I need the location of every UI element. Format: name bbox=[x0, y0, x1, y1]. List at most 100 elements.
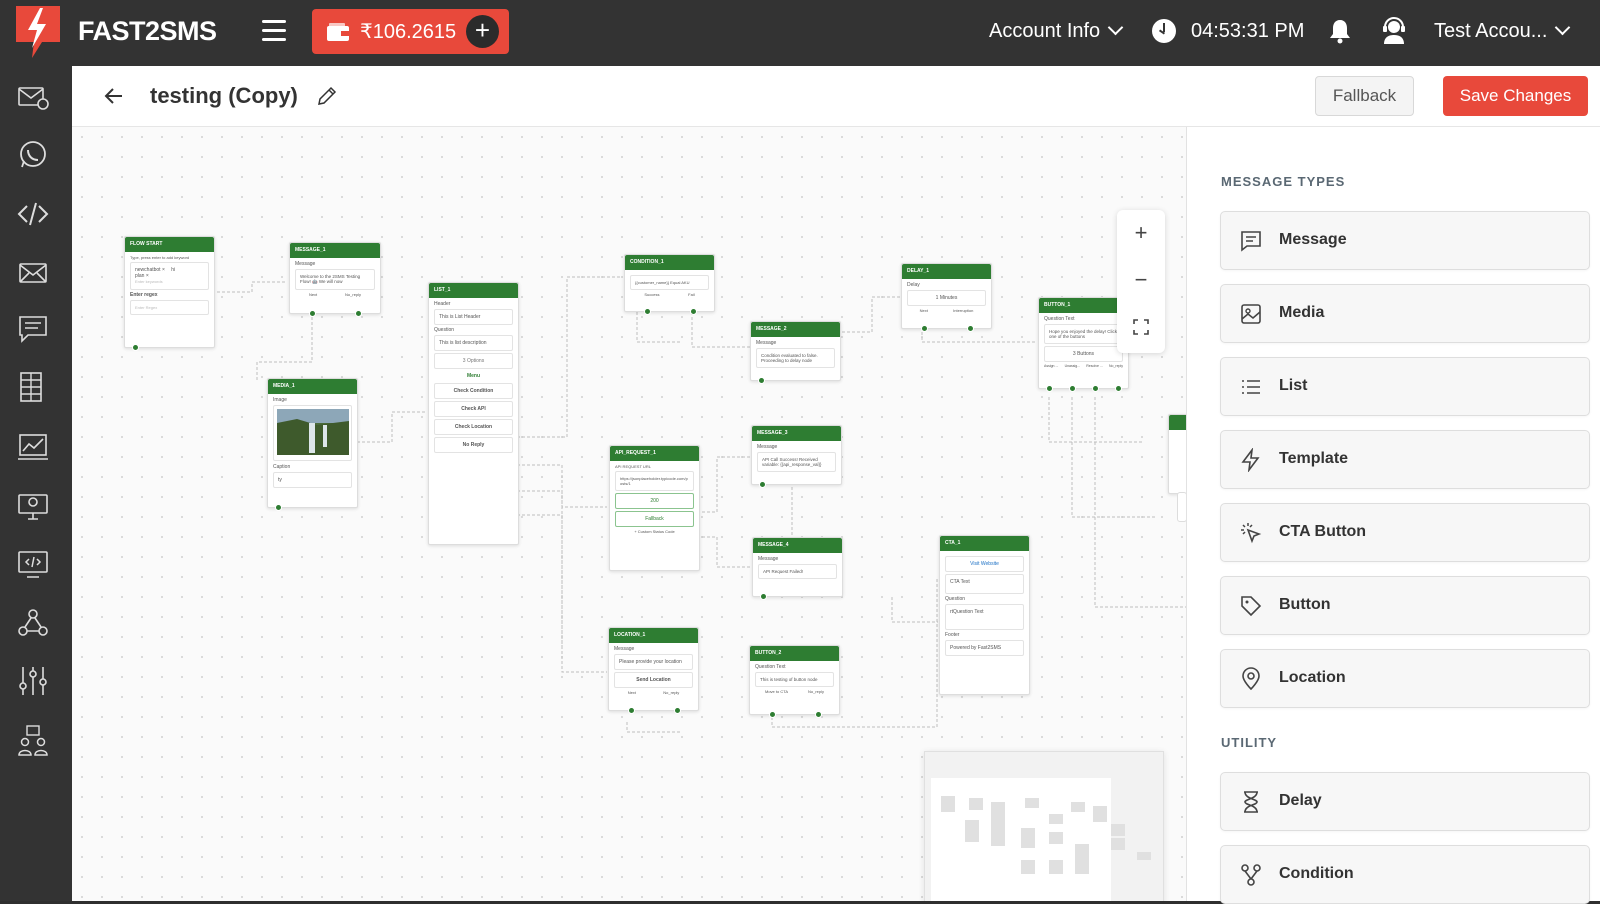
add-money-button[interactable]: + bbox=[466, 15, 499, 48]
palette-item-condition[interactable]: Condition bbox=[1220, 845, 1590, 904]
message-text[interactable]: Condition evaluated to false. Proceeding… bbox=[756, 348, 835, 368]
condition-node[interactable]: CONDITION_1 {{customer_name}} Equal AKU … bbox=[624, 254, 715, 315]
account-info-menu[interactable]: Account Info bbox=[989, 19, 1124, 43]
output-handle[interactable] bbox=[815, 711, 822, 718]
fit-view-button[interactable] bbox=[1117, 304, 1165, 351]
list-node[interactable]: LIST_1 Header This is List Header Questi… bbox=[428, 282, 519, 545]
output-handle[interactable] bbox=[355, 310, 362, 317]
delay-value[interactable]: 1 Minutes bbox=[907, 290, 986, 306]
list-options[interactable]: 3 Options bbox=[434, 353, 513, 369]
referral-icon[interactable] bbox=[16, 724, 50, 758]
message-node[interactable]: MESSAGE_4 Message API Request Failed! bbox=[752, 537, 843, 600]
fallback-status[interactable]: Fallback bbox=[615, 511, 694, 527]
palette-item-template[interactable]: Template bbox=[1220, 430, 1590, 489]
output-handle[interactable] bbox=[275, 504, 282, 511]
send-location-button[interactable]: Send Location bbox=[614, 672, 693, 688]
output-handle[interactable] bbox=[1046, 385, 1053, 392]
output-handle[interactable] bbox=[674, 707, 681, 714]
settings-sliders-icon[interactable] bbox=[16, 664, 50, 698]
palette-item-list[interactable]: List bbox=[1220, 357, 1590, 416]
email-icon[interactable] bbox=[16, 80, 50, 114]
list-header[interactable]: This is List Header bbox=[434, 309, 513, 325]
question-text[interactable]: rtQuestion Text bbox=[945, 604, 1024, 630]
output-handle[interactable] bbox=[921, 325, 928, 332]
output-handle[interactable] bbox=[1115, 385, 1122, 392]
output-handle[interactable] bbox=[760, 593, 767, 600]
minimap[interactable] bbox=[924, 751, 1164, 901]
support-agent-icon[interactable] bbox=[1381, 17, 1407, 45]
output-handle[interactable] bbox=[309, 310, 316, 317]
list-item[interactable]: Check API bbox=[434, 401, 513, 417]
output-handle[interactable] bbox=[628, 707, 635, 714]
media-node[interactable]: MEDIA_1 Image Caption ty bbox=[267, 378, 358, 511]
api-url[interactable]: https://jsonplaceholder.typicode.com/pos… bbox=[615, 471, 694, 491]
condition-expression[interactable]: {{customer_name}} Equal AKU bbox=[630, 275, 709, 290]
message-node[interactable]: MESSAGE_3 Message API Call Success! Rece… bbox=[751, 425, 842, 488]
cta-node[interactable]: CTA_1 Visit Website CTA Text Question rt… bbox=[939, 535, 1030, 695]
footer-text[interactable]: Powered by Fast2SMS bbox=[945, 640, 1024, 656]
button-node[interactable]: BUTTON_1 Question Text Hope you enjoyed … bbox=[1038, 297, 1129, 392]
output-handle[interactable] bbox=[644, 308, 651, 315]
analytics-icon[interactable] bbox=[16, 430, 50, 464]
panel-collapse-handle[interactable] bbox=[1177, 492, 1186, 522]
palette-item-delay[interactable]: Delay bbox=[1220, 772, 1590, 831]
dev-monitor-icon[interactable] bbox=[16, 547, 50, 581]
flow-canvas[interactable]: FLOW START Type, press enter to add keyw… bbox=[72, 127, 1186, 901]
computer-icon[interactable] bbox=[16, 488, 50, 522]
user-menu[interactable]: Test Accou... bbox=[1434, 19, 1571, 43]
location-prompt[interactable]: Please provide your location bbox=[614, 654, 693, 670]
output-handle[interactable] bbox=[690, 308, 697, 315]
whatsapp-icon[interactable] bbox=[16, 138, 50, 172]
output-handle[interactable] bbox=[1069, 385, 1076, 392]
question-text[interactable]: Hope you enjoyed the delay! Click one of… bbox=[1044, 324, 1123, 344]
menu-toggle-icon[interactable] bbox=[262, 20, 286, 42]
brand-logo[interactable]: FAST2SMS bbox=[12, 2, 217, 62]
question-text[interactable]: This is testing of button node bbox=[755, 672, 834, 687]
zoom-in-button[interactable]: + bbox=[1117, 210, 1165, 257]
webhook-icon[interactable] bbox=[16, 606, 50, 640]
palette-item-cta-button[interactable]: CTA Button bbox=[1220, 503, 1590, 562]
button-node[interactable]: BUTTON_2 Question Text This is testing o… bbox=[749, 645, 840, 718]
output-handle[interactable] bbox=[967, 325, 974, 332]
palette-item-location[interactable]: Location bbox=[1220, 649, 1590, 708]
message-text[interactable]: API Call Success! Received variable: {{a… bbox=[757, 452, 836, 472]
list-item[interactable]: Check Location bbox=[434, 419, 513, 435]
api-request-node[interactable]: API_REQUEST_1 API REQUEST URL https://js… bbox=[609, 445, 700, 571]
cta-text[interactable]: CTA Text bbox=[945, 574, 1024, 594]
keyword-input[interactable]: Enter keywords bbox=[135, 279, 163, 284]
delay-node[interactable]: DELAY_1 Delay 1 Minutes Next Interruption bbox=[901, 263, 992, 332]
palette-item-button[interactable]: Button bbox=[1220, 576, 1590, 635]
output-handle[interactable] bbox=[132, 344, 139, 351]
output-handle[interactable] bbox=[758, 377, 765, 384]
button-count[interactable]: 3 Buttons bbox=[1044, 346, 1123, 362]
edit-pencil-icon[interactable] bbox=[316, 85, 338, 107]
list-item[interactable]: Check Condition bbox=[434, 383, 513, 399]
chat-icon[interactable] bbox=[16, 312, 50, 346]
list-question[interactable]: This is list description bbox=[434, 335, 513, 351]
location-node[interactable]: LOCATION_1 Message Please provide your l… bbox=[608, 627, 699, 714]
document-icon[interactable] bbox=[16, 370, 50, 404]
save-changes-button[interactable]: Save Changes bbox=[1443, 76, 1588, 116]
palette-item-media[interactable]: Media bbox=[1220, 284, 1590, 343]
status-code[interactable]: 200 bbox=[615, 493, 694, 509]
palette-item-message[interactable]: Message bbox=[1220, 211, 1590, 270]
list-item[interactable]: No Reply bbox=[434, 437, 513, 453]
message-text[interactable]: API Request Failed! bbox=[758, 564, 837, 579]
message-text[interactable]: Welcome to the 2SMS Testing Flow! 🤖 We w… bbox=[295, 269, 375, 290]
offscreen-node[interactable] bbox=[1168, 414, 1186, 494]
bell-icon[interactable] bbox=[1328, 18, 1352, 44]
mail-icon[interactable] bbox=[16, 256, 50, 290]
message-node[interactable]: MESSAGE_2 Message Condition evaluated to… bbox=[750, 321, 841, 384]
output-handle[interactable] bbox=[1092, 385, 1099, 392]
wallet-balance-button[interactable]: ₹106.2615 + bbox=[312, 9, 509, 54]
code-icon[interactable] bbox=[16, 197, 50, 231]
zoom-out-button[interactable]: − bbox=[1117, 257, 1165, 304]
fallback-button[interactable]: Fallback bbox=[1315, 76, 1414, 116]
add-status-code[interactable]: + Custom Status Code bbox=[615, 529, 694, 534]
output-handle[interactable] bbox=[769, 711, 776, 718]
regex-input[interactable]: Enter Regex bbox=[130, 300, 209, 315]
output-handle[interactable] bbox=[759, 481, 766, 488]
back-arrow-icon[interactable] bbox=[102, 84, 126, 108]
caption-text[interactable]: ty bbox=[273, 472, 352, 488]
flow-start-node[interactable]: FLOW START Type, press enter to add keyw… bbox=[124, 236, 215, 351]
